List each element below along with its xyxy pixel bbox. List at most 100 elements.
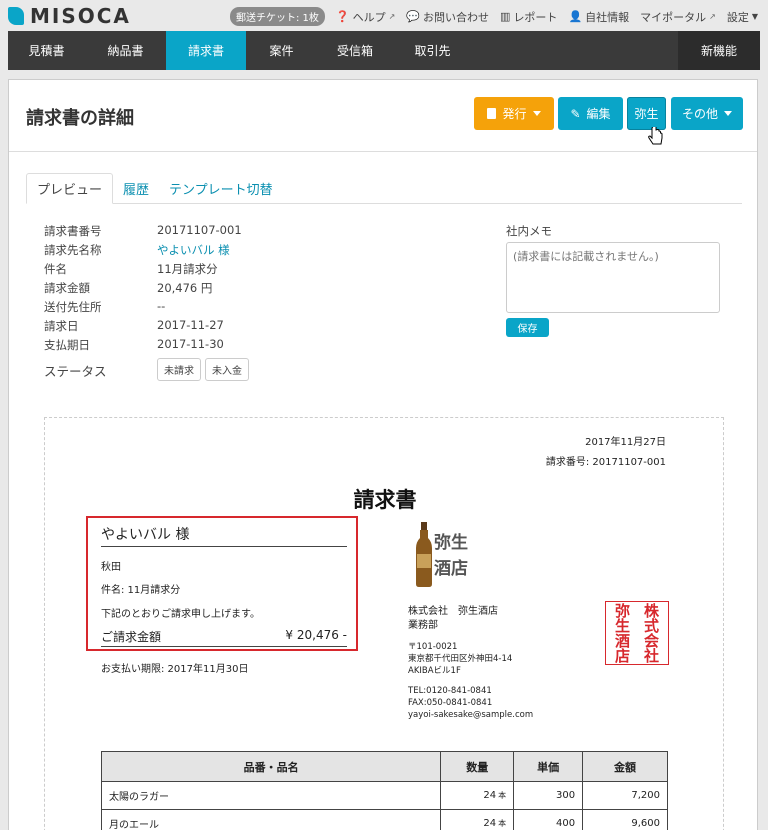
status-unpaid-button[interactable]: 未入金 bbox=[205, 358, 249, 381]
other-label: その他 bbox=[681, 107, 718, 121]
invoice-detail-panel: 請求書の詳細 発行 ✎ 編集 弥生 その他 プレビュー 履歴 テンプレート切替 … bbox=[8, 79, 758, 830]
memo-save-button[interactable]: 保存 bbox=[506, 318, 549, 337]
panel-header: 請求書の詳細 発行 ✎ 編集 弥生 その他 bbox=[9, 80, 757, 152]
invoice-due-date: お支払い期限: 2017年11月30日 bbox=[101, 664, 249, 675]
svg-text:弥生: 弥生 bbox=[434, 532, 468, 553]
caret-down-icon bbox=[532, 111, 541, 116]
nav-clients[interactable]: 取引先 bbox=[393, 31, 472, 70]
nav-inbox[interactable]: 受信箱 bbox=[317, 31, 393, 70]
tab-preview[interactable]: プレビュー bbox=[26, 173, 114, 204]
page-title: 請求書の詳細 bbox=[26, 108, 134, 129]
nav-invoice[interactable]: 請求書 bbox=[166, 31, 246, 70]
memo-textarea[interactable] bbox=[506, 242, 720, 313]
status-label: ステータス bbox=[44, 364, 107, 379]
settings-menu[interactable]: 設定 ▼ bbox=[727, 9, 758, 25]
invoice-no-label: 請求書番号 bbox=[44, 224, 102, 238]
issue-button[interactable]: 発行 bbox=[474, 97, 554, 130]
seal-char: 店 bbox=[614, 647, 630, 665]
chevron-down-icon: ▼ bbox=[751, 12, 758, 21]
invoice-preview: 2017年11月27日 請求番号: 20171107-001 請求書 やよいバル… bbox=[44, 417, 724, 830]
status-unbilled-button[interactable]: 未請求 bbox=[157, 358, 201, 381]
due-value: 2017-11-30 bbox=[157, 337, 224, 351]
yayoi-button[interactable]: 弥生 bbox=[627, 97, 666, 130]
invoice-customer-city: 秋田 bbox=[101, 562, 121, 573]
company-tel: TEL:0120-841-0841 bbox=[408, 686, 492, 696]
bar-chart-icon: ▥ bbox=[500, 10, 511, 23]
col-qty: 数量 bbox=[440, 751, 515, 782]
invoice-customer: やよいバル 様 bbox=[101, 524, 347, 547]
top-links: 郵送チケット: 1枚 ❓ ヘルプ ↗ 💬 お問い合わせ ▥ レポート 👤 自社情報 マイポ… bbox=[230, 7, 758, 26]
amount-value: 20,476 円 bbox=[157, 281, 213, 295]
mail-ticket-badge[interactable]: 郵送チケット: 1枚 bbox=[230, 7, 325, 26]
logo-text: MISOCA bbox=[30, 4, 131, 28]
nav-new-features[interactable]: 新機能 bbox=[678, 31, 760, 70]
company-department: 業務部 bbox=[408, 620, 438, 631]
item-qty: 24 本 bbox=[440, 781, 515, 810]
due-label: 支払期日 bbox=[44, 338, 90, 352]
item-name: 太陽のラガー bbox=[100, 781, 442, 810]
logo-mark-icon bbox=[8, 7, 24, 25]
company-name: 株式会社 弥生酒店 bbox=[408, 606, 498, 617]
help-link[interactable]: ❓ ヘルプ ↗ bbox=[336, 9, 395, 25]
table-row: 月のエール 24 本 400 9,600 bbox=[100, 809, 668, 830]
invoice-items-table: 品番・品名 数量 単価 金額 太陽のラガー 24 本 300 7,200 月のエー… bbox=[100, 751, 668, 830]
edit-button[interactable]: ✎ 編集 bbox=[558, 97, 623, 130]
external-link-icon: ↗ bbox=[388, 12, 396, 21]
report-link[interactable]: ▥ レポート bbox=[500, 9, 557, 25]
detail-tabs: プレビュー 履歴 テンプレート切替 bbox=[26, 173, 742, 204]
item-qty-value: 24 bbox=[483, 818, 497, 829]
company-address1: 東京都千代田区外神田4-14 bbox=[408, 654, 513, 664]
item-price: 400 bbox=[513, 809, 584, 830]
col-unit-price: 単価 bbox=[513, 751, 584, 782]
item-name: 月のエール bbox=[100, 809, 442, 830]
invoice-total-value: ¥ 20,476 - bbox=[285, 628, 347, 642]
invoice-message: 下記のとおりご請求申し上げます。 bbox=[101, 609, 260, 620]
invoice-number: 請求番号: 20171107-001 bbox=[545, 457, 666, 468]
company-info-link[interactable]: 👤 自社情報 bbox=[568, 9, 629, 25]
contact-link[interactable]: 💬 お問い合わせ bbox=[406, 9, 489, 25]
address-label: 送付先住所 bbox=[44, 300, 102, 314]
myportal-link[interactable]: マイポータル ↗ bbox=[640, 9, 716, 25]
amount-label: 請求金額 bbox=[44, 281, 90, 295]
invoice-total-row: ご請求金額 ¥ 20,476 - bbox=[101, 628, 347, 647]
subject-value: 11月請求分 bbox=[157, 262, 218, 276]
misoca-logo[interactable]: MISOCA bbox=[8, 4, 131, 28]
myportal-label: マイポータル bbox=[640, 10, 707, 24]
table-header-row: 品番・品名 数量 単価 金額 bbox=[100, 751, 668, 782]
table-row: 太陽のラガー 24 本 300 7,200 bbox=[100, 781, 668, 810]
item-unit: 本 bbox=[498, 791, 507, 800]
tab-history[interactable]: 履歴 bbox=[113, 173, 159, 204]
top-bar: MISOCA 郵送チケット: 1枚 ❓ ヘルプ ↗ 💬 お問い合わせ ▥ レポート 👤 自… bbox=[0, 0, 768, 30]
chat-bubble-icon: 💬 bbox=[406, 10, 421, 23]
company-postal: 〒101-0021 bbox=[408, 642, 458, 652]
nav-delivery[interactable]: 納品書 bbox=[85, 31, 166, 70]
company-info-label: 自社情報 bbox=[585, 10, 630, 24]
status-buttons: 未請求 未入金 bbox=[157, 358, 253, 381]
nav-estimate[interactable]: 見積書 bbox=[8, 31, 85, 70]
nav-project[interactable]: 案件 bbox=[246, 31, 317, 70]
invoice-total-label: ご請求金額 bbox=[101, 630, 162, 644]
company-email: yayoi-sakesake@sample.com bbox=[408, 710, 534, 720]
item-qty-value: 24 bbox=[483, 790, 497, 801]
tab-template[interactable]: テンプレート切替 bbox=[159, 173, 283, 204]
date-value: 2017-11-27 bbox=[157, 318, 224, 332]
help-label: ヘルプ bbox=[352, 10, 386, 24]
memo-label: 社内メモ bbox=[506, 224, 552, 238]
address-value: -- bbox=[157, 299, 166, 313]
item-unit: 本 bbox=[498, 819, 507, 828]
date-label: 請求日 bbox=[44, 319, 79, 333]
seal-char: 社 bbox=[643, 647, 659, 665]
item-qty: 24 本 bbox=[440, 809, 515, 830]
invoice-subject: 件名: 11月請求分 bbox=[101, 585, 181, 596]
sake-shop-logo: 弥生 酒店 bbox=[416, 522, 468, 587]
settings-label: 設定 bbox=[726, 10, 749, 24]
client-link[interactable]: やよいバル 様 bbox=[157, 242, 230, 258]
invoice-title: 請求書 bbox=[353, 488, 417, 512]
user-icon: 👤 bbox=[568, 10, 583, 23]
company-address2: AKIBAビル1F bbox=[408, 666, 461, 676]
other-menu-button[interactable]: その他 bbox=[671, 97, 743, 130]
invoice-no-value: 20171107-001 bbox=[157, 223, 242, 237]
main-nav: 見積書 納品書 請求書 案件 受信箱 取引先 新機能 bbox=[8, 31, 760, 70]
document-icon bbox=[487, 108, 497, 119]
edit-label: 編集 bbox=[586, 107, 611, 121]
